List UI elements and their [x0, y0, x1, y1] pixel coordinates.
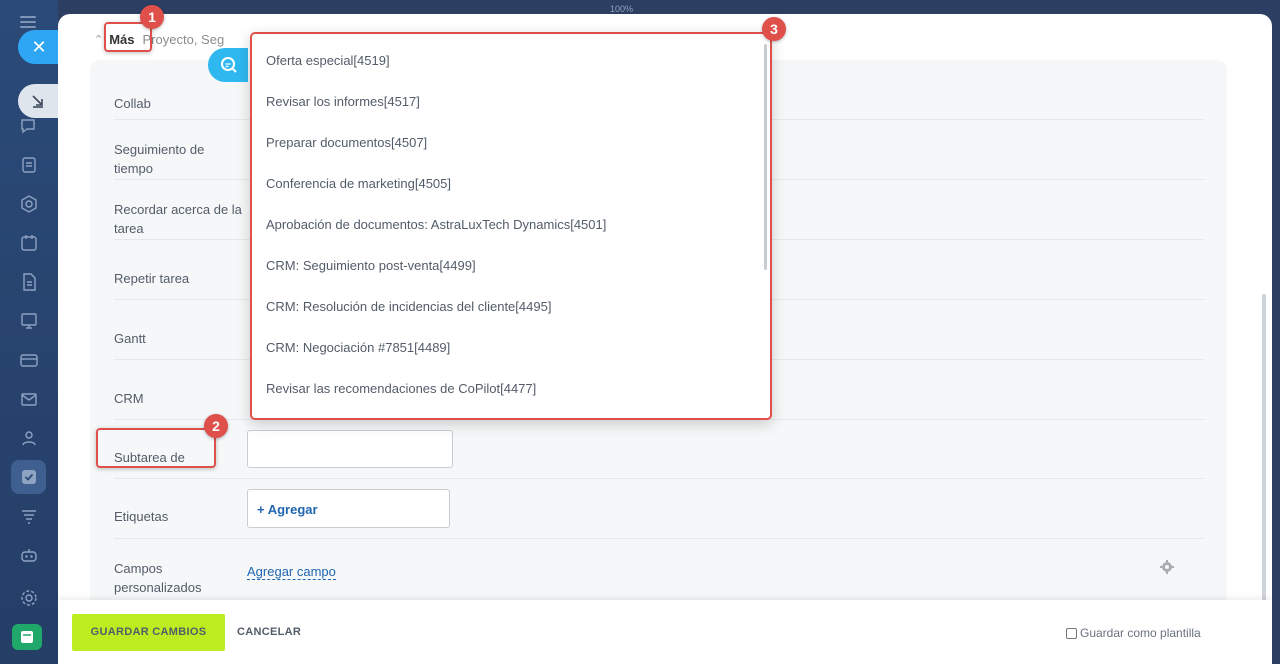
- dropdown-item[interactable]: Preparar documentos[4507]: [266, 135, 427, 150]
- subtask-of-input[interactable]: [247, 430, 453, 468]
- field-label: Repetir tarea: [114, 271, 190, 286]
- document-icon[interactable]: [19, 272, 39, 292]
- pin-button[interactable]: [18, 84, 58, 118]
- robot-icon[interactable]: [19, 545, 39, 565]
- add-tag-button[interactable]: + Agregar: [247, 489, 450, 528]
- save-changes-button[interactable]: GUARDAR CAMBIOS: [72, 614, 225, 651]
- dropdown-item[interactable]: CRM: Negociación #7851[4489]: [266, 340, 450, 355]
- field-label: Gantt: [114, 331, 146, 346]
- tasks-icon: [19, 467, 39, 487]
- field-label: Seguimiento de tiempo: [114, 142, 205, 176]
- dropdown-item[interactable]: Oferta especial[4519]: [266, 53, 390, 68]
- field-label: CRM: [114, 391, 144, 406]
- top-strip: 100%: [58, 0, 1280, 14]
- calendar-icon[interactable]: [19, 233, 39, 253]
- cancel-button[interactable]: CANCELAR: [237, 614, 301, 651]
- callout-badge: 2: [204, 414, 228, 438]
- field-label: Recordar acerca de la tarea: [114, 202, 242, 236]
- search-button[interactable]: [208, 48, 248, 82]
- card-icon[interactable]: [19, 350, 39, 370]
- chevron-up-icon: ⌃: [94, 33, 104, 46]
- zoom-label: 100%: [610, 4, 634, 14]
- settings-icon[interactable]: [19, 588, 39, 608]
- gear-icon[interactable]: [1160, 560, 1174, 574]
- callout-badge: 3: [762, 17, 786, 41]
- close-icon: ✕: [31, 37, 47, 57]
- save-as-template-label: Guardar como plantilla: [1080, 626, 1201, 640]
- filter-icon[interactable]: [19, 506, 39, 526]
- app-sidebar: ✕: [0, 0, 58, 664]
- app-icon[interactable]: [12, 624, 42, 650]
- hex-icon[interactable]: [19, 194, 39, 214]
- more-extra-fields: Proyecto, Seg: [142, 31, 225, 47]
- board-icon[interactable]: [19, 311, 39, 331]
- highlight-subtask-of: [96, 428, 216, 468]
- people-icon[interactable]: [19, 428, 39, 448]
- save-as-template-checkbox[interactable]: Guardar como plantilla: [1066, 626, 1201, 640]
- dropdown-item[interactable]: Aprobación de documentos: AstraLuxTech D…: [266, 217, 606, 232]
- field-label: Etiquetas: [114, 509, 169, 524]
- checkbox-icon[interactable]: [1066, 627, 1077, 639]
- dropdown-scrollbar[interactable]: [764, 44, 767, 270]
- field-label: Campos personalizados: [114, 561, 202, 595]
- dropdown-item[interactable]: CRM: Seguimiento post-venta[4499]: [266, 258, 476, 273]
- chat-icon[interactable]: [19, 116, 39, 136]
- feed-icon[interactable]: [19, 155, 39, 175]
- parent-task-dropdown: Oferta especial[4519] Revisar los inform…: [250, 32, 772, 420]
- hamburger-icon[interactable]: [20, 16, 36, 28]
- mail-icon[interactable]: [19, 389, 39, 409]
- add-field-link[interactable]: Agregar campo: [247, 564, 336, 580]
- panel-scrollbar[interactable]: [1262, 294, 1266, 604]
- dropdown-item[interactable]: Revisar las recomendaciones de CoPilot[4…: [266, 381, 536, 396]
- dropdown-item[interactable]: CRM: Resolución de incidencias del clien…: [266, 299, 551, 314]
- dropdown-item[interactable]: Revisar los informes[4517]: [266, 94, 420, 109]
- dropdown-item[interactable]: Conferencia de marketing[4505]: [266, 176, 451, 191]
- footer-bar: GUARDAR CAMBIOS CANCELAR Guardar como pl…: [58, 600, 1272, 664]
- search-icon: [221, 57, 237, 73]
- pin-icon: [32, 95, 43, 108]
- close-button[interactable]: ✕: [18, 30, 58, 64]
- callout-badge: 1: [140, 5, 164, 29]
- field-label: Collab: [114, 96, 151, 111]
